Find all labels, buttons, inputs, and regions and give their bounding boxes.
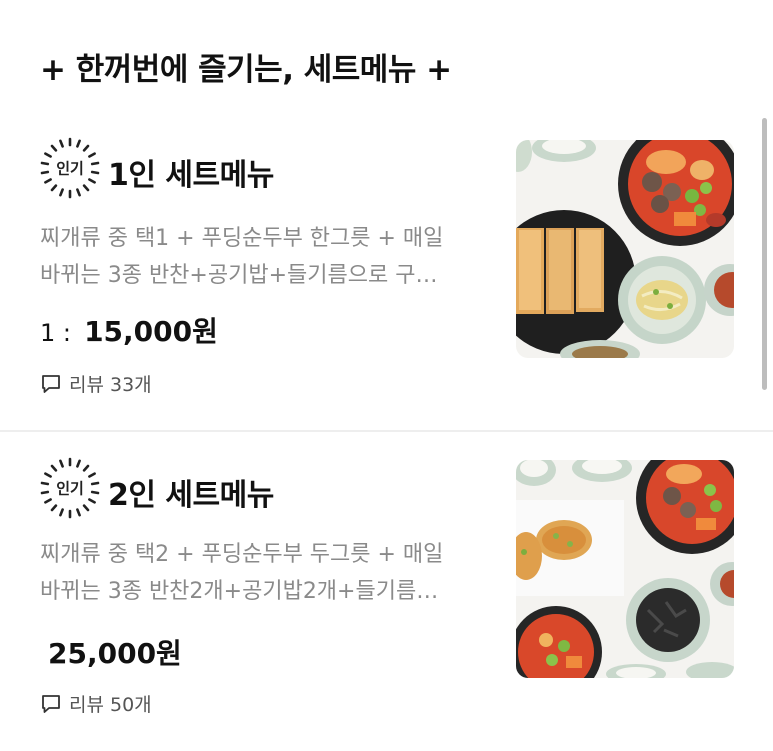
price-row: 25,000원: [40, 632, 182, 672]
set-menu-photo[interactable]: [516, 140, 734, 358]
section-title: + 한꺼번에 즐기는, 세트메뉴 +: [40, 52, 452, 88]
popular-badge-icon: 인기: [38, 456, 102, 520]
price: 25,000원: [48, 637, 182, 670]
review-count: 리뷰 33개: [69, 374, 152, 396]
chat-bubble-icon: [42, 374, 60, 393]
item-name: 2인 세트메뉴: [108, 478, 274, 513]
description-line: 찌개류 중 택2 + 푸딩순두부 두그릇 + 매일: [40, 542, 444, 567]
review-count: 리뷰 50개: [69, 694, 152, 716]
menu-item-2-person-set[interactable]: 인기 2인 세트메뉴 찌개류 중 택2 + 푸딩순두부 두그릇 + 매일 바뀌는…: [0, 432, 773, 751]
price: 15,000원: [84, 315, 218, 348]
item-name: 1인 세트메뉴: [108, 158, 274, 193]
badge-label: 인기: [56, 480, 84, 498]
review-link[interactable]: 리뷰 50개: [40, 690, 152, 717]
popular-badge-icon: 인기: [38, 136, 102, 200]
description-line: 바뀌는 3종 반찬2개+공기밥2개+들기름…: [40, 579, 439, 604]
price-row: 1 : 15,000원: [40, 310, 218, 350]
description-line: 바뀌는 3종 반찬+공기밥+들기름으로 구…: [40, 263, 438, 288]
price-prefix: 1 :: [40, 319, 71, 347]
item-description: 찌개류 중 택2 + 푸딩순두부 두그릇 + 매일 바뀌는 3종 반찬2개+공기…: [40, 536, 490, 610]
badge-label: 인기: [56, 160, 84, 178]
chat-bubble-icon: [42, 694, 60, 713]
set-menu-page: + 한꺼번에 즐기는, 세트메뉴 + 인기 1인 세트메뉴 찌개류 중 택1 +…: [0, 0, 773, 751]
description-line: 찌개류 중 택1 + 푸딩순두부 한그릇 + 매일: [40, 226, 444, 251]
review-link[interactable]: 리뷰 33개: [40, 370, 152, 397]
item-description: 찌개류 중 택1 + 푸딩순두부 한그릇 + 매일 바뀌는 3종 반찬+공기밥+…: [40, 220, 490, 294]
menu-item-1-person-set[interactable]: 인기 1인 세트메뉴 찌개류 중 택1 + 푸딩순두부 한그릇 + 매일 바뀌는…: [0, 118, 773, 430]
set-menu-photo[interactable]: [516, 460, 734, 678]
